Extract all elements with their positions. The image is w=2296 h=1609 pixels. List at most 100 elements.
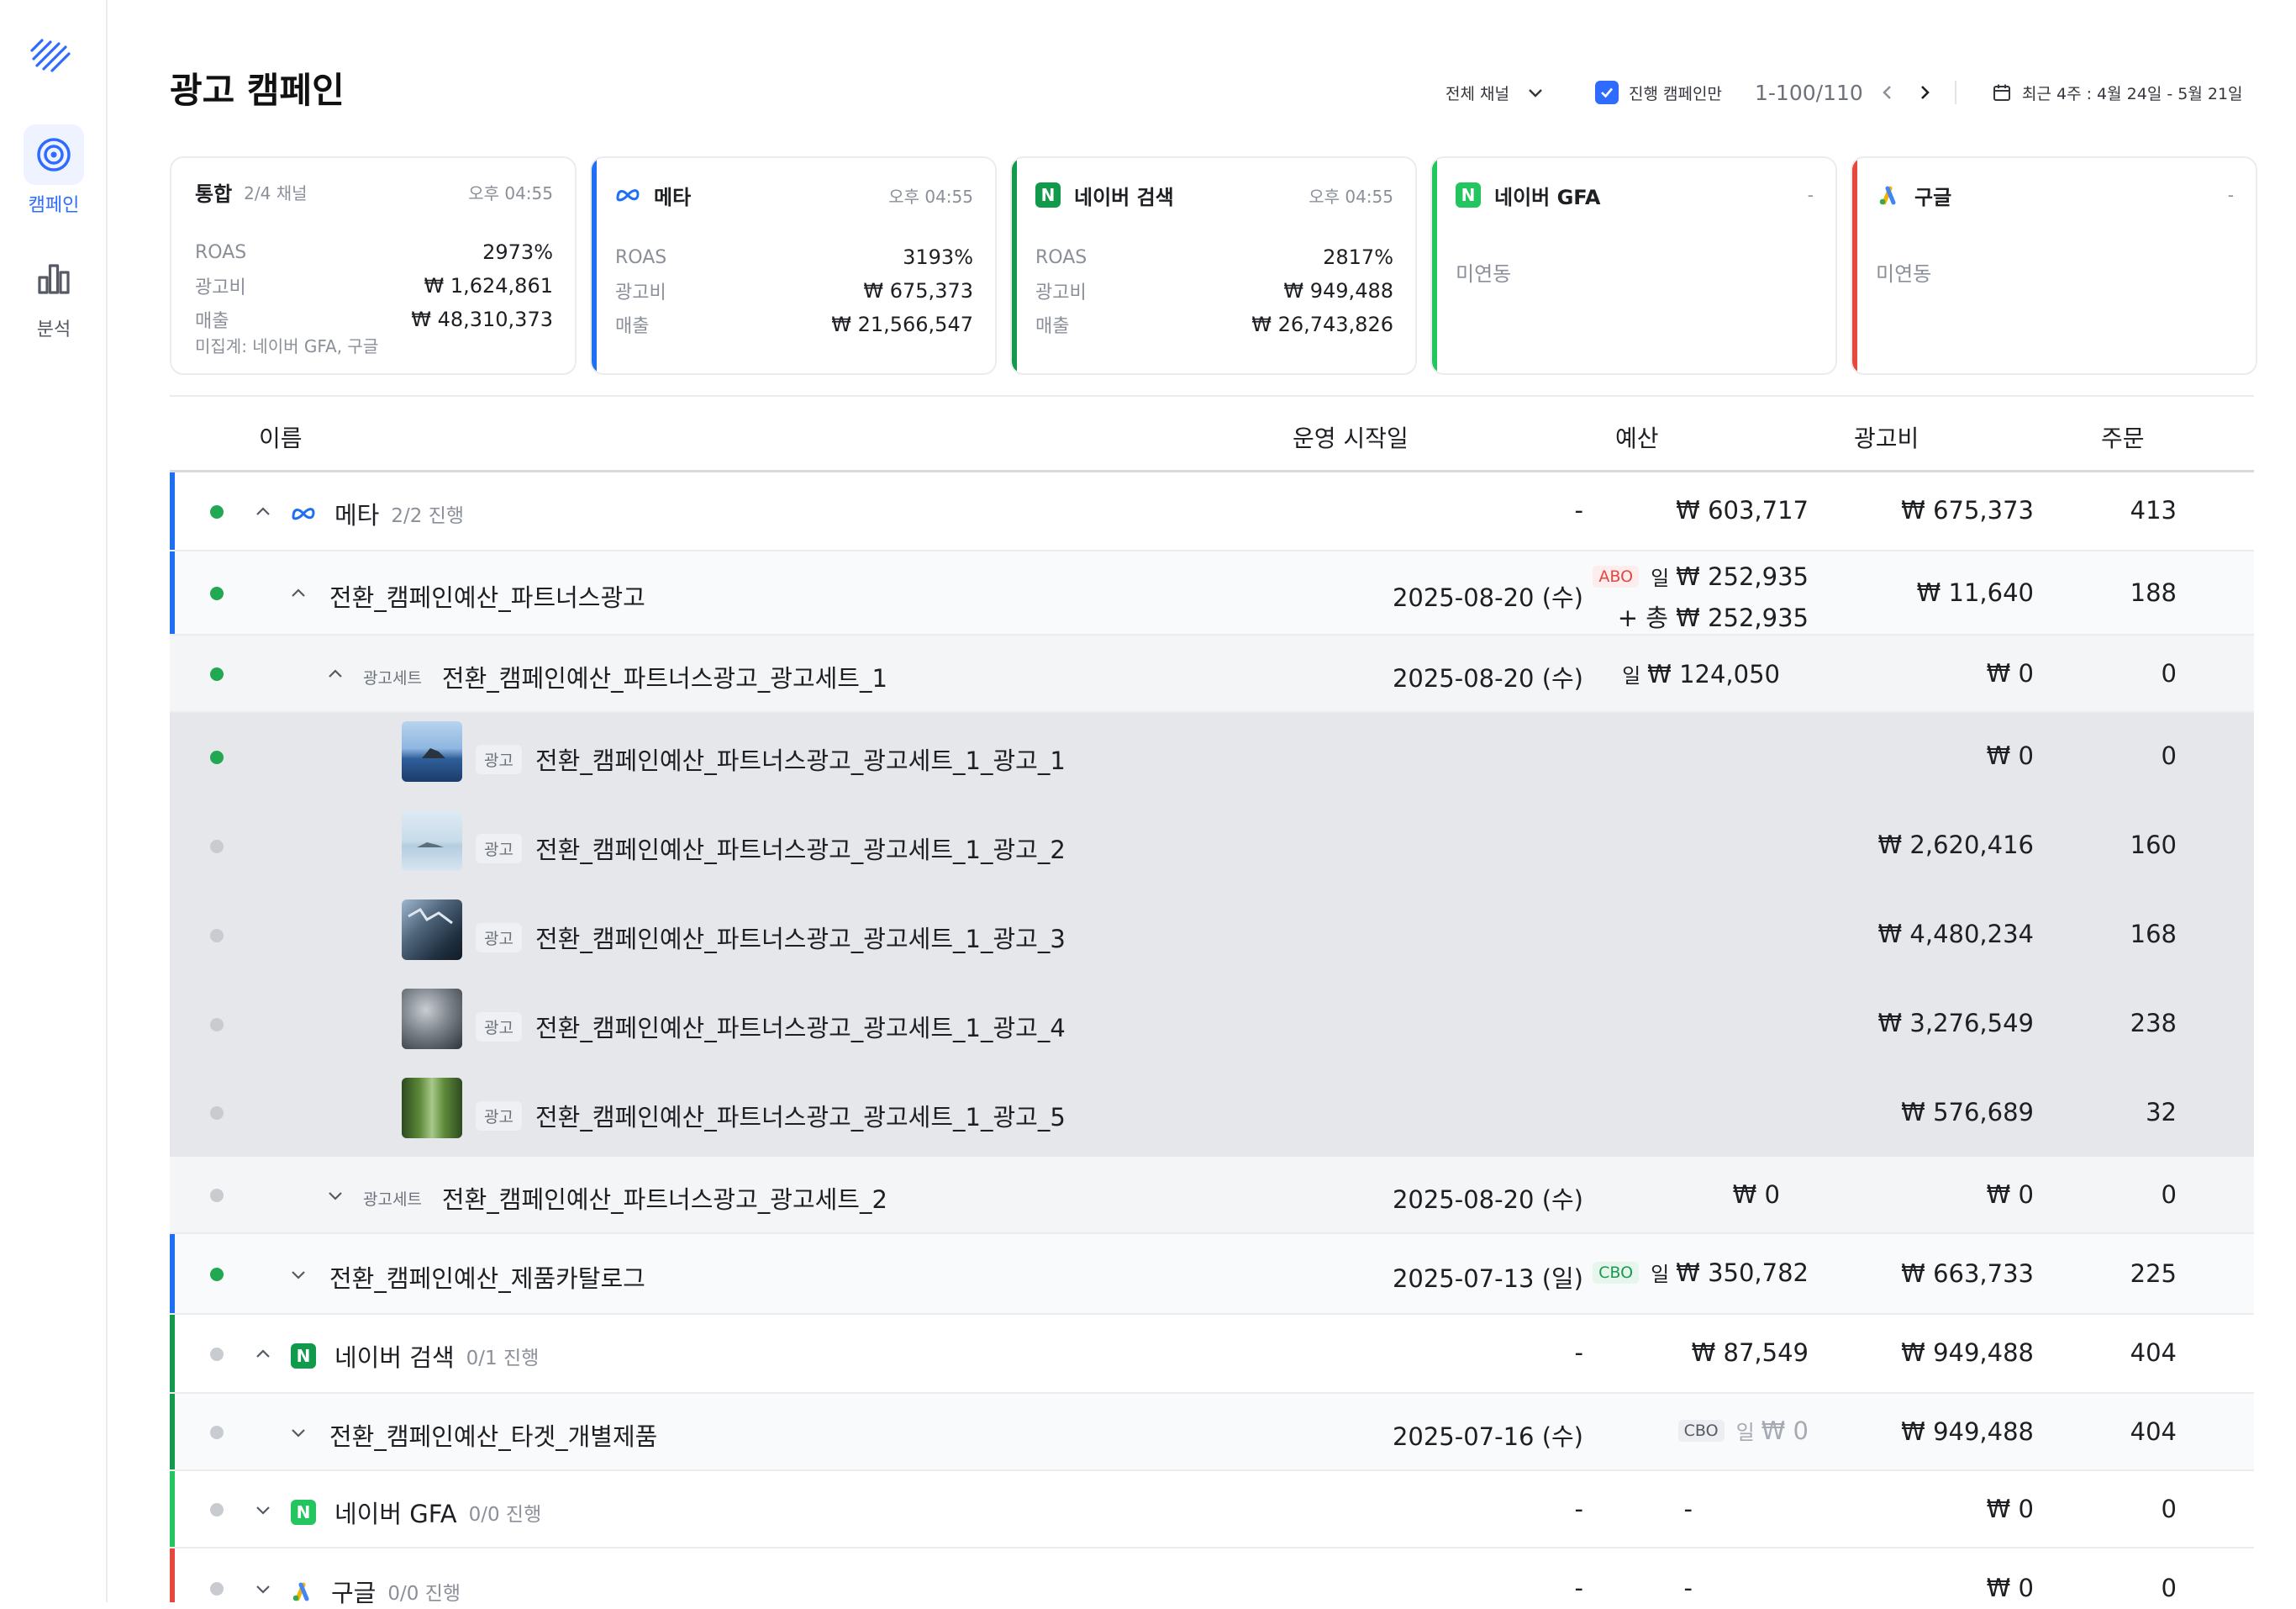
card-subtitle: 2/4 채널 bbox=[244, 182, 308, 203]
card-metric-revenue: 매출 ₩ 21,566,547 bbox=[615, 309, 973, 340]
cell-budget: CBO 일 ₩ 0 bbox=[1677, 1416, 1809, 1445]
meta-logo-icon bbox=[615, 182, 640, 208]
row-active-count: 0/1 진행 bbox=[466, 1348, 540, 1369]
budget-value: ₩ 0 bbox=[1761, 1416, 1809, 1445]
row-accent-bar bbox=[170, 1315, 175, 1392]
status-dot-inactive bbox=[210, 1018, 224, 1031]
meta-logo-icon bbox=[292, 508, 315, 520]
chevron-up-icon[interactable] bbox=[254, 1345, 272, 1364]
cell-start-date: 2025-08-20 (수) bbox=[1392, 583, 1583, 612]
table-row-ad[interactable]: 광고 전환_캠페인예산_파트너스광고_광고세트_1_광고_1 ₩ 0 0 bbox=[170, 713, 2254, 802]
card-header: 메타 오후 04:55 bbox=[615, 178, 973, 212]
channel-card-meta[interactable]: 메타 오후 04:55 ROAS 3193% 광고비 ₩ 675,373 매출 … bbox=[590, 156, 997, 375]
cell-spend: ₩ 11,640 bbox=[1916, 578, 2034, 607]
row-title: 광고 전환_캠페인예산_파트너스광고_광고세트_1_광고_1 bbox=[476, 741, 1066, 777]
active-only-toggle[interactable]: 진행 캠페인만 bbox=[1595, 77, 1722, 108]
chevron-down-icon[interactable] bbox=[254, 1501, 272, 1519]
metric-value: ₩ 48,310,373 bbox=[411, 308, 553, 331]
row-level-tag: 광고 bbox=[476, 833, 522, 863]
chevron-up-icon[interactable] bbox=[254, 503, 272, 521]
cell-orders: 188 bbox=[2130, 578, 2177, 607]
row-title: 광고 전환_캠페인예산_파트너스광고_광고세트_1_광고_5 bbox=[476, 1098, 1066, 1133]
row-level-tag: 광고세트 bbox=[363, 1190, 422, 1209]
column-header-name[interactable]: 이름 bbox=[259, 420, 303, 454]
cell-spend: ₩ 675,373 bbox=[1901, 496, 2034, 525]
metric-value: ₩ 675,373 bbox=[863, 279, 973, 303]
row-title: 광고세트 전환_캠페인예산_파트너스광고_광고세트_2 bbox=[363, 1180, 887, 1216]
status-dot-active bbox=[210, 667, 224, 681]
status-dot-active bbox=[210, 587, 224, 600]
chevron-up-icon[interactable] bbox=[289, 584, 308, 603]
cell-budget: 일 ₩ 124,050 bbox=[1622, 659, 1780, 688]
cell-orders: 32 bbox=[2146, 1098, 2177, 1126]
table-row-adset[interactable]: 광고세트 전환_캠페인예산_파트너스광고_광고세트_2 2025-08-20 (… bbox=[170, 1157, 2254, 1234]
table-row-campaign[interactable]: 전환_캠페인예산_파트너스광고 2025-08-20 (수) ABO 일 ₩ 2… bbox=[170, 551, 2254, 636]
channel-card-total[interactable]: 통합 2/4 채널 오후 04:55 ROAS 2973% 광고비 ₩ 1,62… bbox=[170, 156, 577, 375]
table-row-ad[interactable]: 광고 전환_캠페인예산_파트너스광고_광고세트_1_광고_5 ₩ 576,689… bbox=[170, 1069, 2254, 1157]
target-icon bbox=[24, 124, 84, 185]
table-row-ad[interactable]: 광고 전환_캠페인예산_파트너스광고_광고세트_1_광고_4 ₩ 3,276,5… bbox=[170, 980, 2254, 1069]
table-row-channel-naver-search[interactable]: N 네이버 검색 0/1 진행 - ₩ 87,549 ₩ 949,488 404 bbox=[170, 1315, 2254, 1394]
card-note: 미집계: 네이버 GFA, 구글 bbox=[195, 336, 379, 356]
card-updated-time: 오후 04:55 bbox=[1309, 186, 1393, 207]
google-ads-logo-icon bbox=[292, 1582, 309, 1601]
row-level-tag: 광고 bbox=[476, 744, 522, 774]
column-header-spend[interactable]: 광고비 bbox=[1854, 420, 1919, 454]
cell-spend: ₩ 576,689 bbox=[1901, 1098, 2034, 1126]
metric-value: ₩ 949,488 bbox=[1283, 279, 1393, 303]
column-header-budget[interactable]: 예산 bbox=[1615, 420, 1659, 454]
cell-budget: ₩ 87,549 bbox=[1691, 1338, 1809, 1367]
chevron-up-icon[interactable] bbox=[326, 665, 345, 683]
table-row-campaign[interactable]: 전환_캠페인예산_제품카탈로그 2025-07-13 (일) CBO 일 ₩ 3… bbox=[170, 1234, 2254, 1315]
chevron-right-icon[interactable] bbox=[1915, 83, 1934, 102]
row-title: N 네이버 GFA 0/0 진행 bbox=[291, 1495, 541, 1530]
pagination: 1-100/110 bbox=[1755, 77, 1934, 108]
chevron-down-icon[interactable] bbox=[254, 1580, 272, 1598]
row-title: 메타 2/2 진행 bbox=[291, 496, 464, 531]
row-accent-bar bbox=[170, 1394, 175, 1469]
check-icon bbox=[1601, 87, 1613, 98]
table-row-channel-naver-gfa[interactable]: N 네이버 GFA 0/0 진행 - - ₩ 0 0 bbox=[170, 1471, 2254, 1548]
column-header-orders[interactable]: 주문 bbox=[2101, 420, 2145, 454]
row-name: 전환_캠페인예산_파트너스광고 bbox=[329, 583, 645, 612]
cell-spend: ₩ 0 bbox=[1986, 659, 2034, 688]
cell-start-date: - bbox=[1574, 1338, 1583, 1367]
cell-start-date: - bbox=[1574, 1574, 1583, 1602]
nav-item-campaign[interactable]: 캠페인 bbox=[12, 124, 96, 217]
table-row-adset[interactable]: 광고세트 전환_캠페인예산_파트너스광고_광고세트_1 2025-08-20 (… bbox=[170, 636, 2254, 713]
chevron-down-icon[interactable] bbox=[326, 1186, 345, 1205]
table-row-channel-google[interactable]: 구글 0/0 진행 - - ₩ 0 0 bbox=[170, 1548, 2254, 1607]
table-row-campaign[interactable]: 전환_캠페인예산_타겟_개별제품 2025-07-16 (수) CBO 일 ₩ … bbox=[170, 1394, 2254, 1471]
row-name: 전환_캠페인예산_파트너스광고_광고세트_1_광고_4 bbox=[535, 1014, 1066, 1042]
bar-chart-icon bbox=[24, 249, 84, 309]
table-row-ad[interactable]: 광고 전환_캠페인예산_파트너스광고_광고세트_1_광고_3 ₩ 4,480,2… bbox=[170, 891, 2254, 980]
active-only-checkbox[interactable] bbox=[1595, 81, 1619, 104]
channel-filter-dropdown[interactable]: 전체 채널 bbox=[1446, 77, 1545, 108]
channel-card-naver-gfa[interactable]: N 네이버 GFA - 미연동 bbox=[1430, 156, 1837, 375]
card-metric-revenue: 매출 ₩ 26,743,826 bbox=[1035, 309, 1393, 340]
app-logo-icon[interactable] bbox=[29, 34, 72, 77]
metric-label: 매출 bbox=[1035, 316, 1070, 337]
ad-thumbnail-image bbox=[402, 989, 462, 1049]
row-name: 네이버 GFA bbox=[334, 1500, 457, 1528]
channel-card-naver-search[interactable]: N 네이버 검색 오후 04:55 ROAS 2817% 광고비 ₩ 949,4… bbox=[1010, 156, 1417, 375]
cell-orders: 0 bbox=[2161, 1180, 2177, 1209]
nav-item-analysis[interactable]: 분석 bbox=[12, 249, 96, 341]
channel-card-google[interactable]: 구글 - 미연동 bbox=[1851, 156, 2257, 375]
status-dot-inactive bbox=[210, 929, 224, 942]
ad-thumbnail-image bbox=[402, 899, 462, 960]
card-metric-spend: 광고비 ₩ 1,624,861 bbox=[195, 271, 553, 301]
column-header-start-date[interactable]: 운영 시작일 bbox=[1293, 420, 1409, 454]
row-title: 전환_캠페인예산_파트너스광고 bbox=[329, 578, 645, 614]
chevron-left-icon[interactable] bbox=[1878, 83, 1897, 102]
table-row-ad[interactable]: 광고 전환_캠페인예산_파트너스광고_광고세트_1_광고_2 ₩ 2,620,4… bbox=[170, 802, 2254, 891]
card-updated-time: 오후 04:55 bbox=[468, 182, 553, 203]
chevron-down-icon[interactable] bbox=[289, 1265, 308, 1284]
budget-value: ₩ 252,935 bbox=[1676, 562, 1809, 591]
chevron-down-icon[interactable] bbox=[289, 1423, 308, 1442]
card-header: N 네이버 검색 오후 04:55 bbox=[1035, 178, 1393, 212]
cell-budget: ABO 일 ₩ 252,935 bbox=[1593, 562, 1809, 591]
table-row-channel-meta[interactable]: 메타 2/2 진행 - ₩ 603,717 ₩ 675,373 413 bbox=[170, 472, 2254, 551]
status-dot-active bbox=[210, 505, 224, 519]
date-range-picker[interactable]: 최근 4주 : 4월 24일 - 5월 21일 bbox=[1992, 77, 2243, 108]
